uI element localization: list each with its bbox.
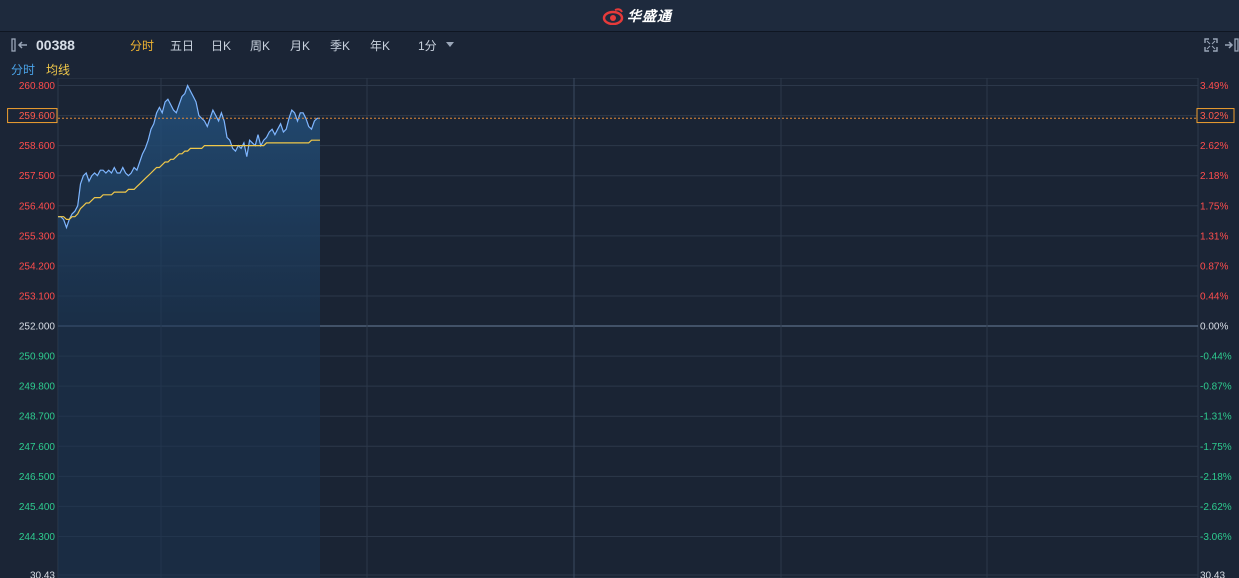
bottom-left-label: 30.43 <box>30 571 55 578</box>
y-tick-label: 252.000 <box>19 322 56 333</box>
tab-quarterly-k[interactable]: 季K <box>330 37 350 54</box>
bottom-right-label: 30.43 <box>1200 571 1225 578</box>
pct-tick-label: -3.06% <box>1200 532 1232 543</box>
pct-tick-label: 0.00% <box>1200 322 1228 333</box>
y-tick-label: 249.800 <box>19 382 56 393</box>
brand: 华盛通 <box>602 5 672 27</box>
pct-tick-label: 0.87% <box>1200 261 1228 272</box>
y-tick-label: 245.400 <box>19 502 56 513</box>
fullscreen-icon[interactable] <box>1204 38 1218 52</box>
stock-code: 00388 <box>36 37 75 53</box>
pct-tick-label: -2.18% <box>1200 472 1232 483</box>
y-tick-label: 246.500 <box>19 472 56 483</box>
collapse-panel-icon[interactable] <box>11 37 29 53</box>
pct-tick-label: 3.49% <box>1200 81 1228 92</box>
brand-name: 华盛通 <box>627 8 672 24</box>
pct-tick-label: 1.75% <box>1200 201 1228 212</box>
title-bar: 华盛通 <box>0 0 1239 32</box>
y-tick-label: 256.400 <box>19 201 56 212</box>
chart-toolbar: 00388 分时 五日 日K 周K 月K 季K 年K 1分 <box>0 32 1239 58</box>
pct-tick-label: 0.44% <box>1200 291 1228 302</box>
price-area-fill-lower <box>58 326 320 578</box>
tab-five-day[interactable]: 五日 <box>170 37 194 54</box>
pct-tick-label: 3.02% <box>1200 111 1228 122</box>
pct-tick-label: 2.18% <box>1200 171 1228 182</box>
interval-select[interactable]: 1分 <box>418 37 437 54</box>
expand-panel-icon[interactable] <box>1225 37 1239 53</box>
pct-tick-label: -0.87% <box>1200 382 1232 393</box>
y-tick-label: 244.300 <box>19 532 56 543</box>
pct-tick-label: 2.62% <box>1200 141 1228 152</box>
tab-daily-k[interactable]: 日K <box>211 37 231 54</box>
tab-weekly-k[interactable]: 周K <box>250 37 270 54</box>
brand-logo-icon <box>602 8 624 25</box>
chevron-down-icon[interactable] <box>446 42 454 47</box>
legend-average-label: 均线 <box>46 63 71 77</box>
tab-monthly-k[interactable]: 月K <box>290 37 310 54</box>
pct-tick-label: -2.62% <box>1200 502 1232 513</box>
chart-legend: 分时 均线 <box>0 59 1239 78</box>
legend-price-label: 分时 <box>11 63 36 77</box>
y-tick-label: 259.600 <box>19 111 56 122</box>
y-tick-label: 257.500 <box>19 171 56 182</box>
pct-tick-label: -1.31% <box>1200 412 1232 423</box>
intraday-chart[interactable]: 260.800 259.600 258.600 257.500 256.400 255.3… <box>0 78 1239 578</box>
y-tick-label: 254.200 <box>19 261 56 272</box>
y-tick-label: 247.600 <box>19 442 56 453</box>
y-tick-label: 253.100 <box>19 291 56 302</box>
y-tick-label: 250.900 <box>19 352 56 363</box>
pct-tick-label: -0.44% <box>1200 352 1232 363</box>
pct-tick-label: -1.75% <box>1200 442 1232 453</box>
y-tick-label: 255.300 <box>19 231 56 242</box>
y-tick-label: 248.700 <box>19 412 56 423</box>
y-tick-label: 258.600 <box>19 141 56 152</box>
tab-yearly-k[interactable]: 年K <box>370 37 390 54</box>
y-tick-label: 260.800 <box>19 81 56 92</box>
pct-tick-label: 1.31% <box>1200 231 1228 242</box>
tab-intraday[interactable]: 分时 <box>130 37 154 54</box>
